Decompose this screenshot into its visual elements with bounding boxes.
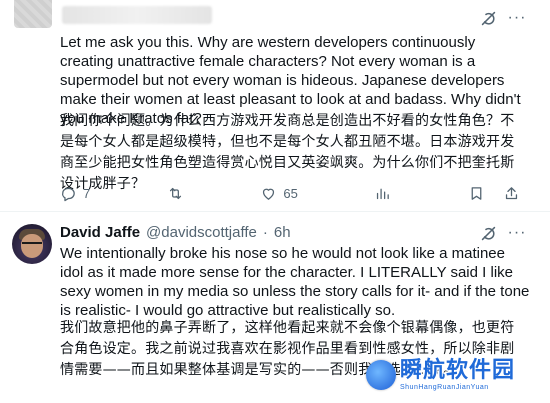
tweet-actions: 7 65: [60, 183, 520, 203]
grok-icon: [481, 226, 495, 240]
views-icon: [377, 188, 390, 199]
like-count: 65: [283, 185, 298, 201]
author-handle[interactable]: @davidscottjaffe: [146, 224, 257, 241]
reply-count: 7: [83, 185, 91, 201]
reply-icon: [62, 187, 75, 201]
share-icon[interactable]: [503, 185, 520, 202]
like-button[interactable]: 65: [260, 185, 298, 202]
blurred-author-name[interactable]: [62, 6, 212, 24]
bookmark-icon[interactable]: [468, 185, 485, 202]
retweet-button[interactable]: [167, 185, 184, 202]
grok-icon: [481, 11, 495, 25]
blurred-avatar[interactable]: [14, 0, 52, 28]
grok-button[interactable]: [478, 223, 498, 243]
watermark-logo-icon: [366, 360, 396, 390]
reply-button[interactable]: 7: [60, 185, 90, 202]
grok-button[interactable]: [478, 8, 498, 28]
like-icon: [263, 188, 275, 200]
author-name[interactable]: David Jaffe: [60, 224, 140, 241]
more-button[interactable]: ···: [506, 223, 528, 243]
tweet-divider: [0, 211, 550, 212]
reply-text-english: We intentionally broke his nose so he wo…: [60, 245, 530, 319]
timestamp[interactable]: 6h: [274, 224, 291, 241]
bookmark-share-group: [468, 185, 520, 202]
avatar[interactable]: [12, 224, 52, 264]
more-button[interactable]: ···: [506, 8, 528, 28]
watermark-subtext: ShunHangRuanJianYuan: [400, 383, 489, 391]
more-icon: ···: [507, 224, 527, 241]
retweet-icon: [169, 187, 181, 199]
tweet-header: David Jaffe @davidscottjaffe · 6h: [60, 224, 291, 241]
views-button[interactable]: [374, 185, 391, 202]
watermark: 瞬航软件园 ShunHangRuanJianYuan: [366, 357, 536, 393]
more-icon: ···: [507, 9, 527, 26]
separator-dot: ·: [262, 224, 268, 241]
watermark-text: 瞬航软件园: [400, 357, 516, 383]
